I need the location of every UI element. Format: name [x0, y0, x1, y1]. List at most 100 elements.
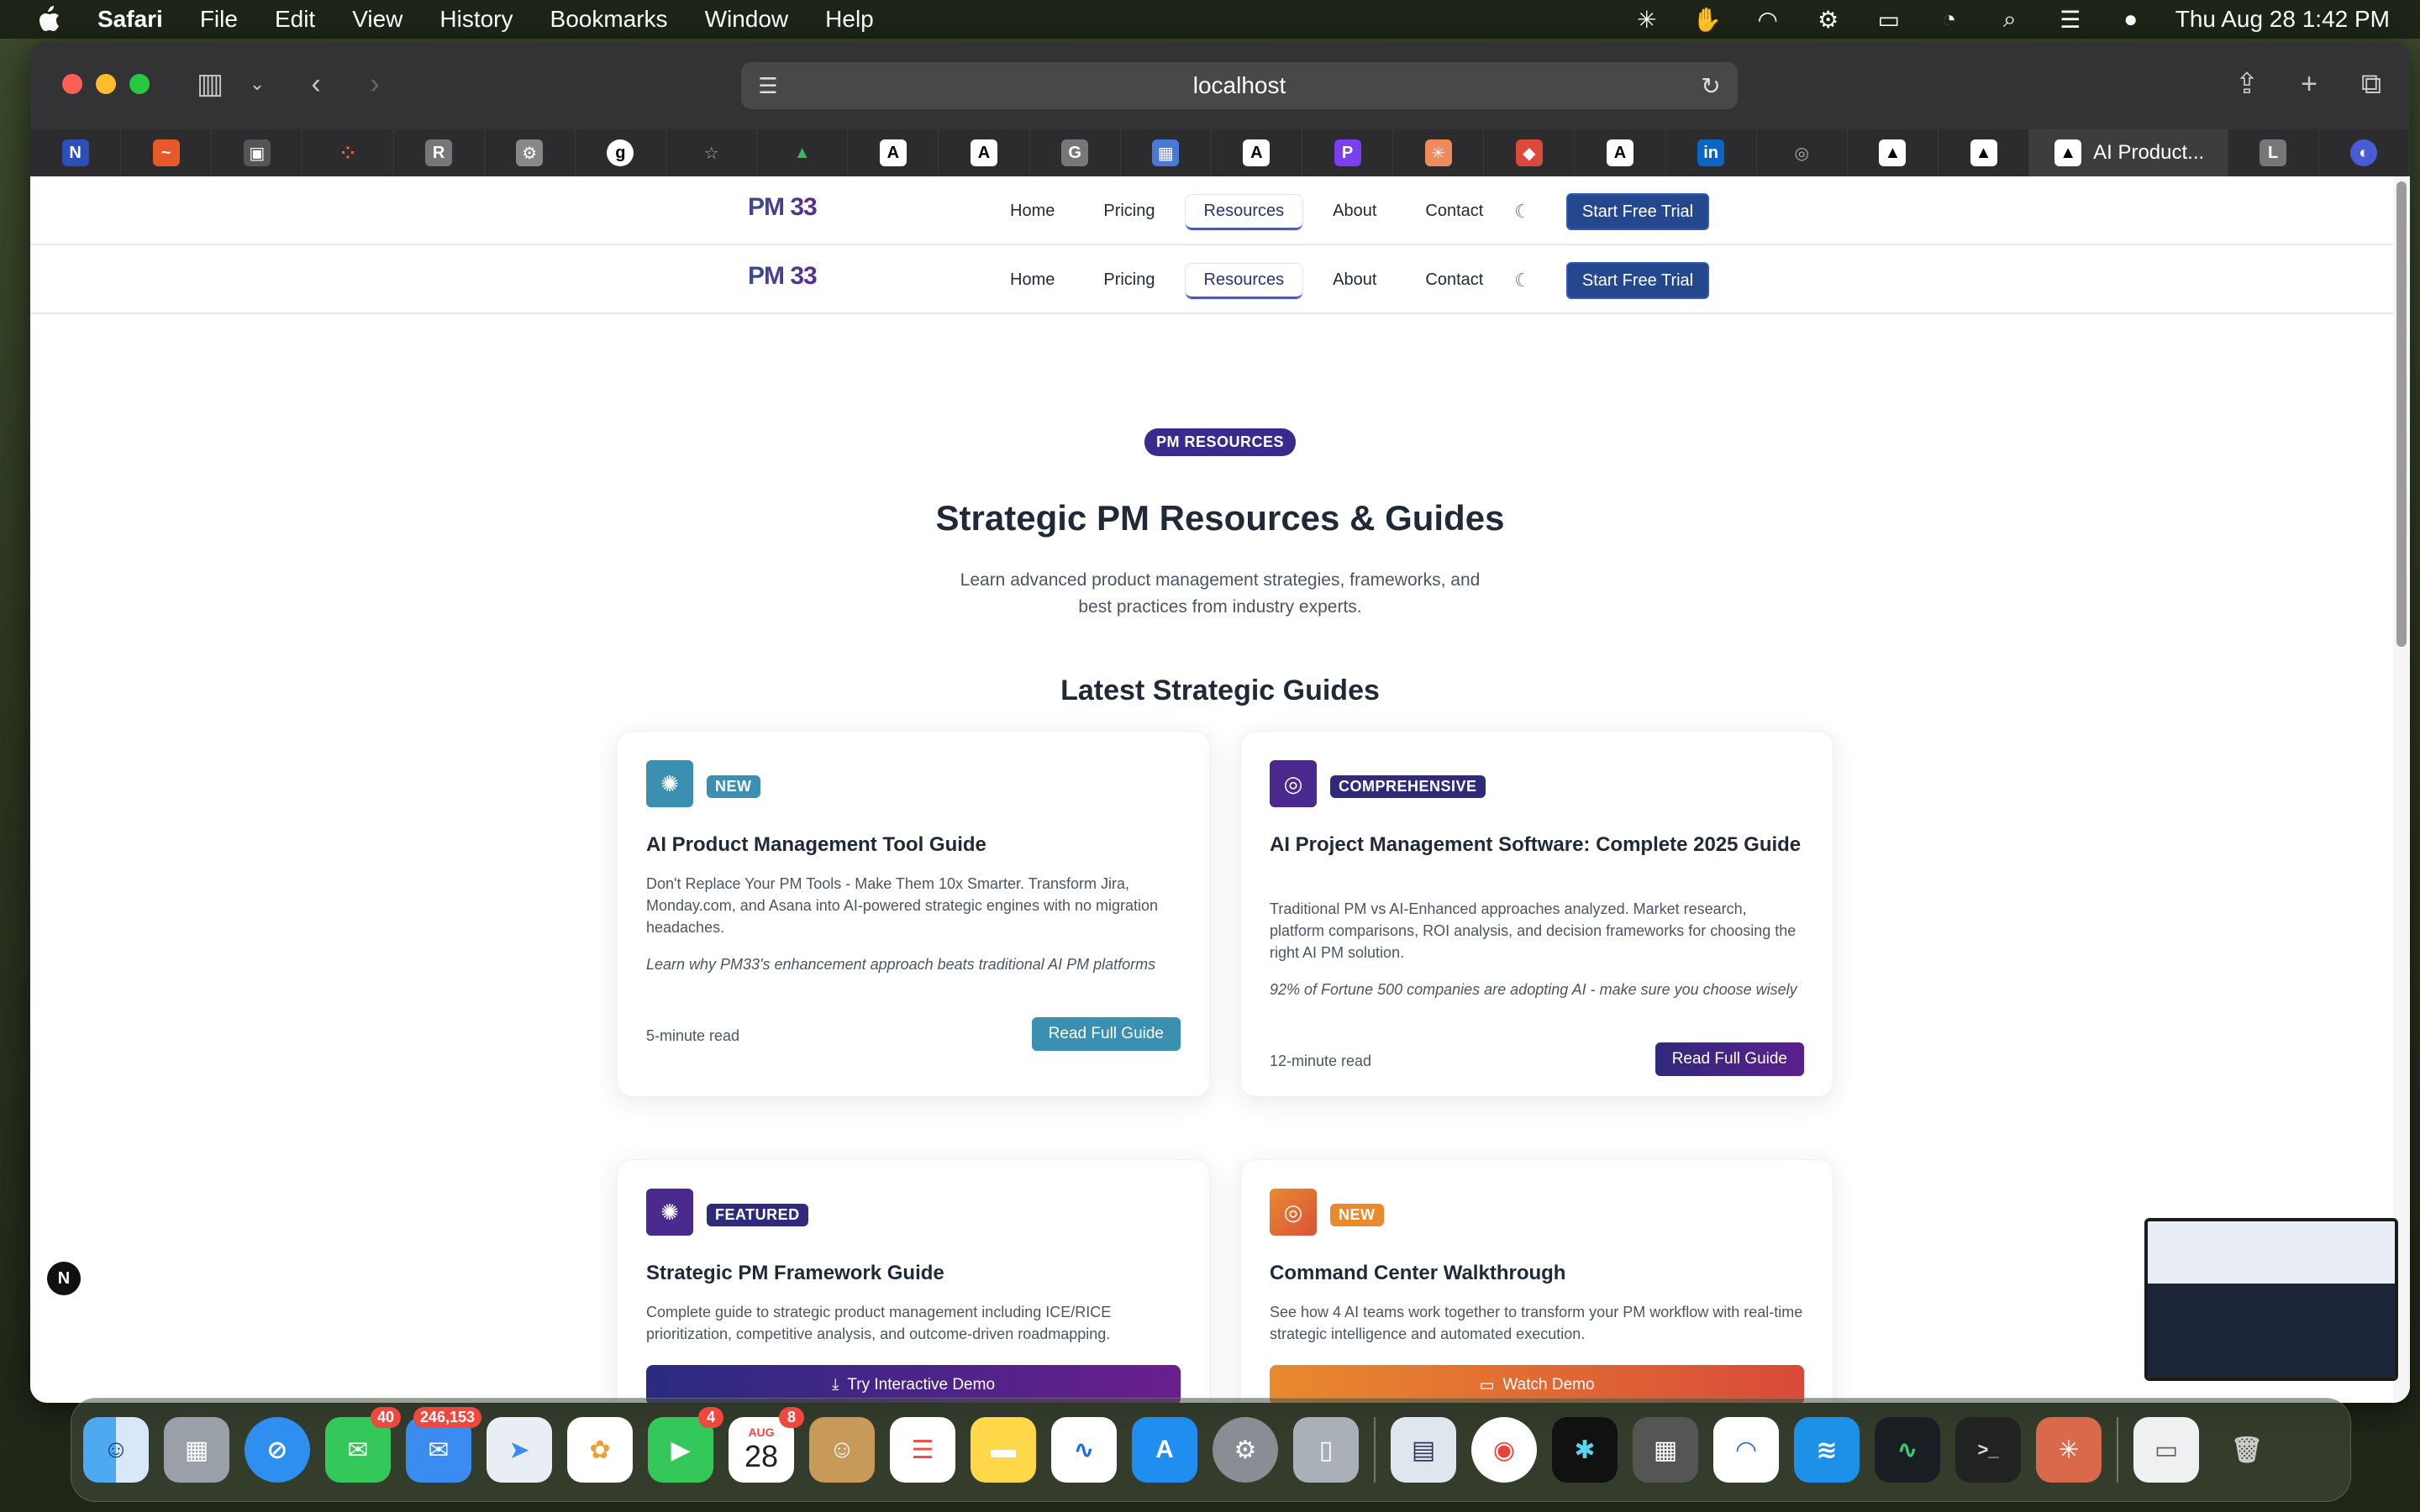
finder-icon[interactable]: ☺ [83, 1417, 149, 1483]
tab-favicon[interactable]: ▦ [1121, 129, 1212, 176]
tab-favicon[interactable]: ▲ [1939, 129, 2030, 176]
site-logo[interactable]: PM 33 [748, 193, 818, 222]
facetime-icon[interactable]: ▶ 4 [648, 1407, 723, 1483]
arc-status-icon[interactable]: ◠ [1752, 7, 1784, 33]
docker-icon[interactable]: ≋ [1794, 1417, 1860, 1483]
read-full-guide-button[interactable]: Read Full Guide [1031, 1017, 1181, 1051]
card-title[interactable]: Command Center Walkthrough [1270, 1261, 1804, 1286]
nav-resources[interactable]: Resources [1185, 264, 1303, 299]
safari-icon[interactable]: ⊘ [245, 1417, 310, 1483]
menu-edit[interactable]: Edit [275, 6, 315, 33]
tab-favicon[interactable]: ⚙ [485, 129, 576, 176]
tab-favicon[interactable]: A [1212, 129, 1302, 176]
freeform-icon[interactable]: ∿ [1051, 1417, 1117, 1483]
chrome-icon[interactable]: ◉ [1471, 1417, 1537, 1483]
site-logo[interactable]: PM 33 [748, 262, 818, 291]
page-menu-icon[interactable]: ☰ [753, 71, 783, 101]
reload-icon[interactable]: ↻ [1696, 71, 1726, 101]
calculator-icon[interactable]: ▦ [1633, 1417, 1698, 1483]
messages-icon[interactable]: ✉ 40 [325, 1407, 401, 1483]
spotlight-search-icon[interactable]: ⌕ [1994, 6, 2026, 32]
siri-icon[interactable]: ● [2115, 6, 2147, 32]
nav-pricing[interactable]: Pricing [1085, 195, 1173, 230]
app-store-icon[interactable]: A [1132, 1417, 1197, 1483]
notes-icon[interactable]: ▬ [971, 1417, 1036, 1483]
close-window-button[interactable] [62, 74, 82, 94]
share-icon[interactable]: ⇪ [2227, 64, 2267, 104]
tab-favicon[interactable]: R [394, 129, 485, 176]
perplexity-icon[interactable]: ✱ [1552, 1417, 1618, 1483]
downloads-folder-icon[interactable]: ▭ [2133, 1417, 2199, 1483]
moon-icon[interactable]: ☾ [1507, 265, 1538, 296]
tab-favicon[interactable]: ~ [121, 129, 213, 176]
tab-active[interactable]: ▲ AI Product... [2029, 129, 2228, 176]
url-text[interactable]: localhost [1193, 72, 1286, 99]
preview-icon[interactable]: ▤ [1391, 1417, 1456, 1483]
zoom-window-button[interactable] [129, 74, 150, 94]
nav-home[interactable]: Home [992, 195, 1073, 230]
wifi-icon[interactable]: ◔ [1933, 6, 1965, 32]
tab-favicon[interactable]: g [576, 129, 666, 176]
moon-icon[interactable]: ☾ [1507, 197, 1538, 227]
tab-favicon[interactable]: ✳ [1393, 129, 1485, 176]
read-full-guide-button[interactable]: Read Full Guide [1655, 1042, 1804, 1076]
tab-favicon[interactable]: ☆ [666, 129, 758, 176]
nextjs-dev-indicator[interactable]: N [47, 1262, 81, 1295]
iphone-mirroring-icon[interactable]: ▯ [1293, 1417, 1359, 1483]
address-bar[interactable]: ☰ localhost ↻ [741, 62, 1738, 109]
scrollbar-thumb[interactable] [2396, 181, 2407, 647]
reminders-icon[interactable]: ☰ [890, 1417, 955, 1483]
settings-status-icon[interactable]: ⚙ [1812, 7, 1844, 33]
nav-contact[interactable]: Contact [1407, 264, 1502, 299]
new-tab-icon[interactable]: + [2289, 64, 2329, 104]
calendar-icon[interactable]: AUG 28 8 [729, 1407, 804, 1483]
contacts-icon[interactable]: ☺ [809, 1417, 875, 1483]
back-arrow-icon[interactable]: ‹ [296, 64, 336, 104]
control-center-icon[interactable]: ☰ [2054, 7, 2086, 33]
nav-home[interactable]: Home [992, 264, 1073, 299]
mail-icon[interactable]: ✉ 246,153 [406, 1407, 481, 1483]
activity-monitor-icon[interactable]: ∿ [1875, 1417, 1940, 1483]
card-title[interactable]: AI Project Management Software: Complete… [1270, 832, 1804, 858]
tab-favicon[interactable]: ◐ [2319, 129, 2410, 176]
chevron-down-icon[interactable]: ⌄ [237, 64, 277, 104]
claude-icon[interactable]: ✳ [2036, 1417, 2102, 1483]
nav-pricing[interactable]: Pricing [1085, 264, 1173, 299]
card-title[interactable]: Strategic PM Framework Guide [646, 1261, 1181, 1286]
forward-arrow-icon[interactable]: › [355, 64, 395, 104]
claude-status-icon[interactable]: ✳ [1631, 7, 1663, 33]
start-free-trial-button[interactable]: Start Free Trial [1566, 262, 1709, 299]
tab-favicon[interactable]: N [30, 129, 122, 176]
maps-icon[interactable]: ➤ [487, 1417, 552, 1483]
nav-contact[interactable]: Contact [1407, 195, 1502, 230]
photos-icon[interactable]: ✿ [567, 1417, 633, 1483]
minimize-window-button[interactable] [96, 74, 116, 94]
menu-history[interactable]: History [439, 6, 513, 33]
nav-about[interactable]: About [1314, 264, 1395, 299]
menu-clock[interactable]: Thu Aug 28 1:42 PM [2175, 6, 2390, 33]
sidebar-toggle-icon[interactable]: ▥ [190, 64, 230, 104]
tab-favicon[interactable]: ▣ [212, 129, 303, 176]
screenshot-thumbnail[interactable] [2144, 1218, 2398, 1381]
tab-overview-icon[interactable]: ⧉ [2351, 64, 2391, 104]
tab-favicon[interactable]: in [1666, 129, 1757, 176]
terminal-icon[interactable]: >_ [1955, 1417, 2021, 1483]
tab-favicon[interactable]: A [939, 129, 1030, 176]
menu-view[interactable]: View [352, 6, 402, 33]
start-free-trial-button[interactable]: Start Free Trial [1566, 193, 1709, 230]
tab-favicon[interactable]: L [2228, 129, 2319, 176]
menu-file[interactable]: File [200, 6, 238, 33]
tab-favicon[interactable]: A [1575, 129, 1666, 176]
menu-window[interactable]: Window [705, 6, 789, 33]
tab-favicon[interactable]: A [848, 129, 939, 176]
arc-icon[interactable]: ◠ [1713, 1417, 1779, 1483]
tab-favicon[interactable]: ▲ [1848, 129, 1939, 176]
tab-favicon[interactable]: ◎ [1757, 129, 1848, 176]
tab-favicon[interactable]: P [1302, 129, 1394, 176]
tab-favicon[interactable]: ◆ [1484, 129, 1576, 176]
tab-favicon[interactable]: ⁘ [302, 129, 394, 176]
launchpad-icon[interactable]: ▦ [164, 1417, 229, 1483]
nav-resources[interactable]: Resources [1185, 195, 1303, 230]
nav-about[interactable]: About [1314, 195, 1395, 230]
system-settings-icon[interactable]: ⚙ [1213, 1417, 1278, 1483]
